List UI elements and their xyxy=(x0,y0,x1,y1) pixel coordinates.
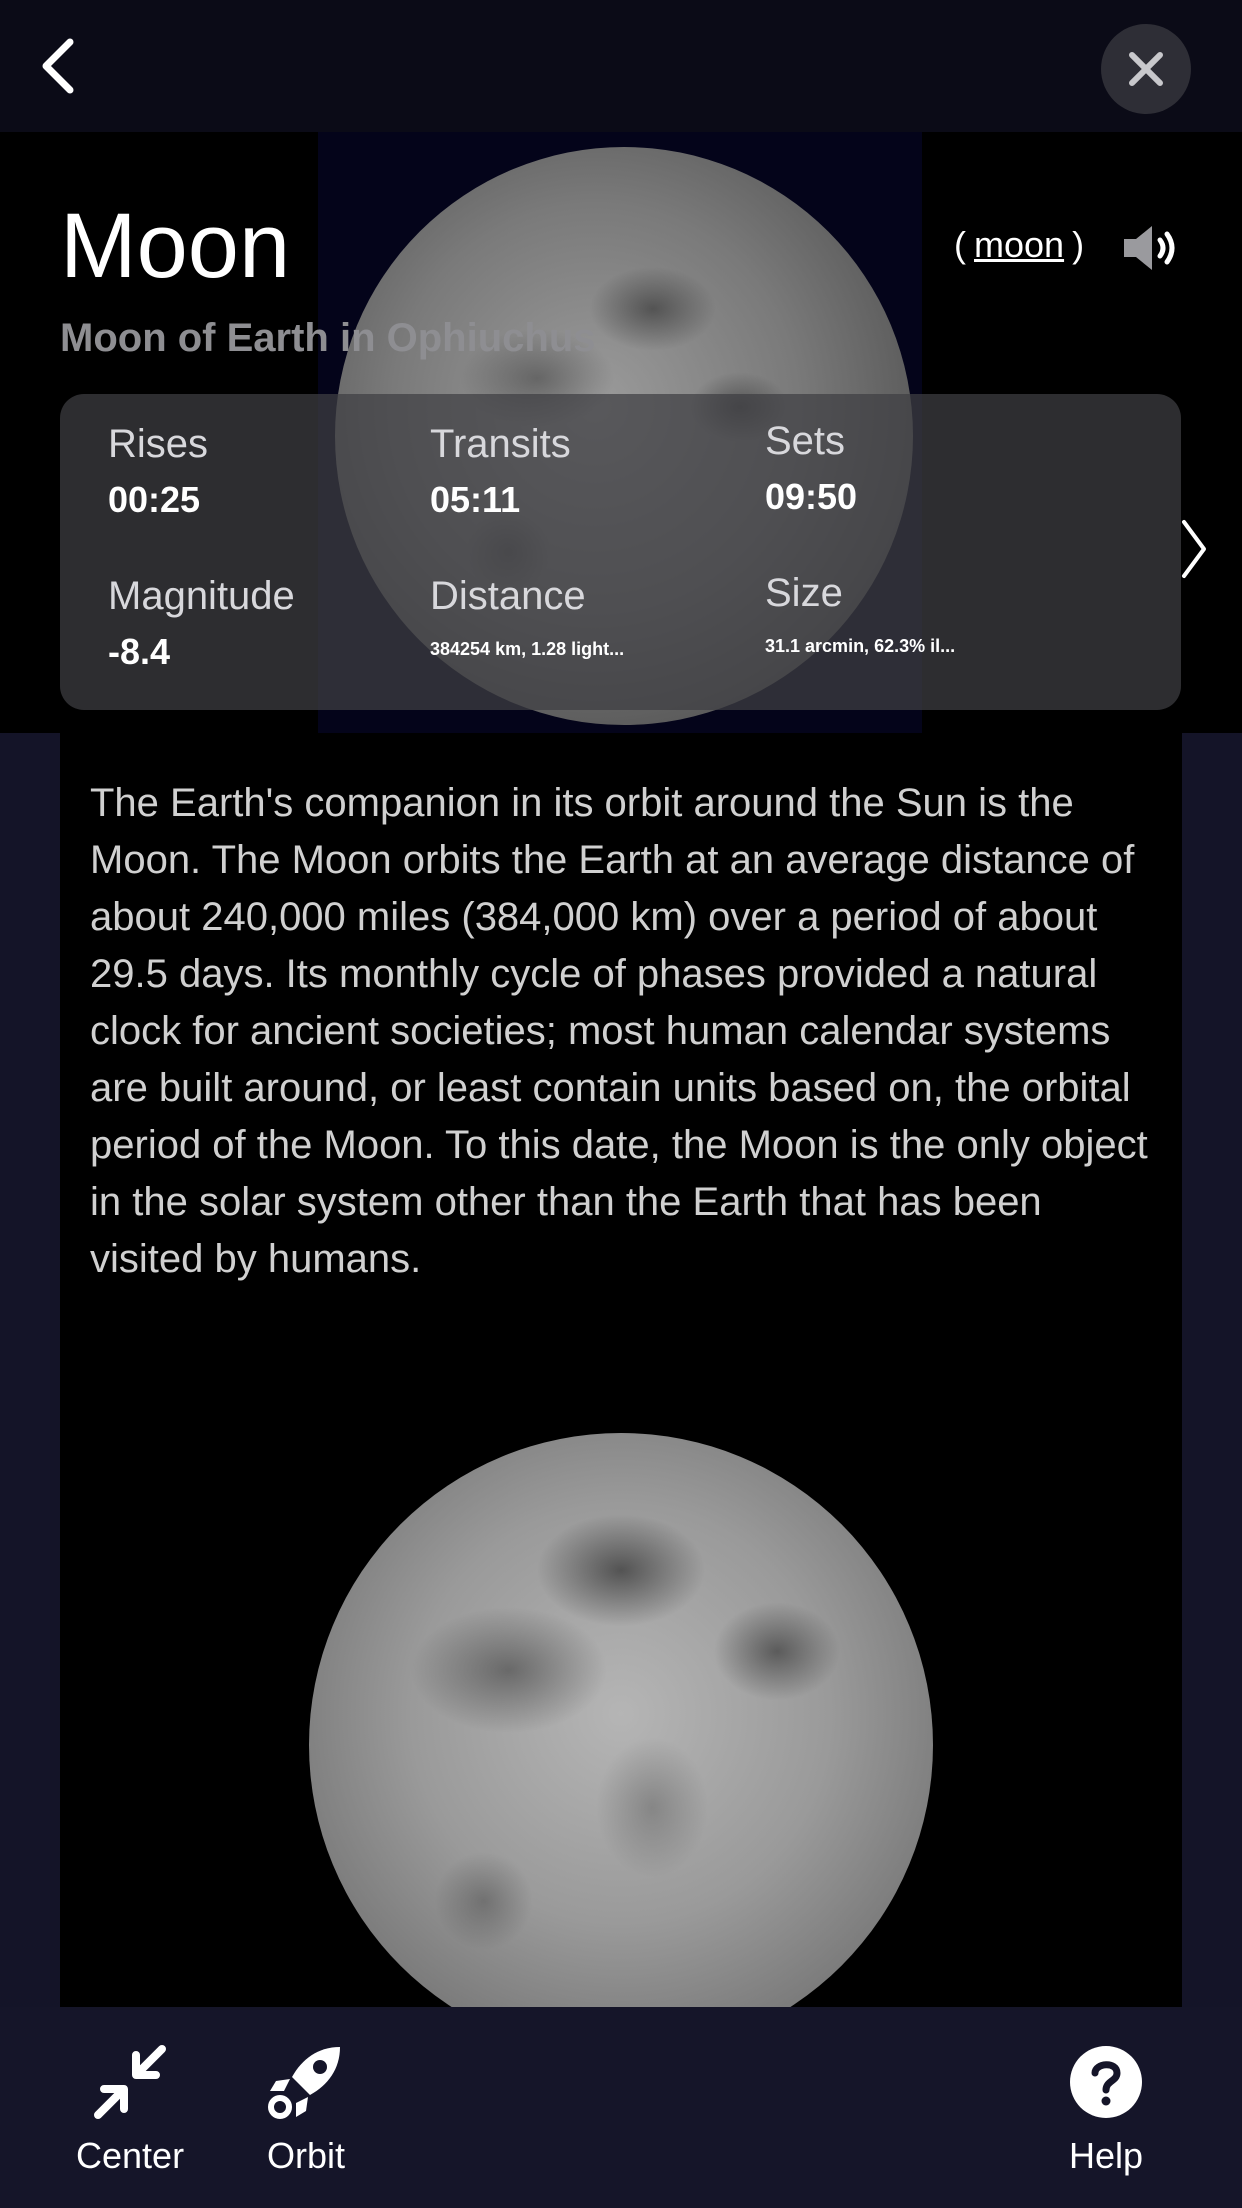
description-text: The Earth's companion in its orbit aroun… xyxy=(90,781,1148,1281)
back-button[interactable] xyxy=(28,28,88,104)
rises-label: Rises xyxy=(108,422,209,466)
speaker-icon xyxy=(1124,226,1175,270)
top-bar xyxy=(0,0,1242,132)
sets-value: 09:50 xyxy=(765,476,858,517)
center-label: Center xyxy=(76,2135,185,2176)
center-tab[interactable]: Center xyxy=(76,2043,184,2177)
moon-photo xyxy=(309,1433,933,2007)
center-icon xyxy=(94,2045,167,2119)
object-subtitle: Moon of Earth in Ophiuchus xyxy=(60,316,596,360)
orbit-label: Orbit xyxy=(266,2135,345,2176)
help-icon xyxy=(1070,2046,1142,2118)
size-value: 31.1 arcmin, 62.3% il... xyxy=(765,636,956,656)
distance-label: Distance xyxy=(430,574,586,618)
chevron-left-icon xyxy=(42,38,74,94)
info-more-button[interactable] xyxy=(1174,514,1214,584)
description-panel: The Earth's companion in its orbit aroun… xyxy=(60,733,1182,2007)
size-cell: Size 31.1 arcmin, 62.3% il... xyxy=(765,571,955,657)
chevron-right-icon xyxy=(1182,520,1206,578)
speaker-button[interactable] xyxy=(1120,222,1180,274)
size-label: Size xyxy=(765,571,843,615)
pronunciation: (moon) xyxy=(954,224,1084,266)
close-button[interactable] xyxy=(1101,24,1191,114)
orbit-tab[interactable]: Orbit xyxy=(266,2043,346,2177)
object-title: Moon xyxy=(60,195,291,297)
rocket-icon xyxy=(268,2047,340,2119)
info-card[interactable]: Rises 00:25 Transits 05:11 Sets 09:50 Ma… xyxy=(60,394,1206,710)
help-tab[interactable]: Help xyxy=(1066,2043,1146,2177)
transits-value: 05:11 xyxy=(430,479,521,520)
sets-label: Sets xyxy=(765,419,846,463)
sets-cell: Sets 09:50 xyxy=(765,419,857,518)
bottom-toolbar: Center Orbit Help xyxy=(0,2007,1242,2208)
distance-value: 384254 km, 1.28 light... xyxy=(430,639,625,659)
distance-cell: Distance 384254 km, 1.28 light... xyxy=(430,574,624,660)
pronunciation-open-paren: ( xyxy=(954,224,966,265)
help-label: Help xyxy=(1068,2135,1144,2176)
close-icon xyxy=(1129,52,1163,86)
pronunciation-close-paren: ) xyxy=(1072,224,1085,265)
pronunciation-link[interactable]: moon xyxy=(974,224,1064,265)
transits-label: Transits xyxy=(430,422,571,466)
magnitude-cell: Magnitude -8.4 xyxy=(108,574,295,673)
rises-cell: Rises 00:25 xyxy=(108,422,208,521)
magnitude-value: -8.4 xyxy=(108,631,171,672)
transits-cell: Transits 05:11 xyxy=(430,422,571,521)
magnitude-label: Magnitude xyxy=(108,574,295,618)
rises-value: 00:25 xyxy=(108,479,201,520)
